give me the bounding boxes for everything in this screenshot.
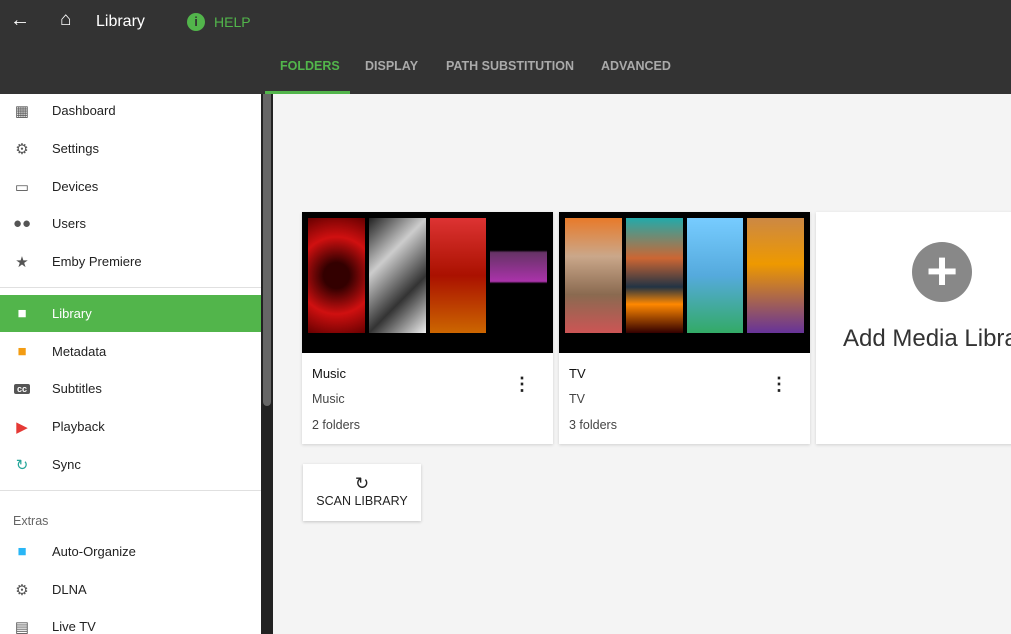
sidebar-item-subtitles[interactable]: cc Subtitles [0, 370, 261, 407]
back-icon[interactable]: ← [10, 9, 30, 32]
sidebar-item-library[interactable]: ■ Library [0, 295, 261, 332]
sidebar-item-label: Subtitles [52, 381, 102, 396]
library-folder-count: 2 folders [312, 418, 360, 432]
users-icon: ●● [12, 215, 32, 232]
sidebar-item-dashboard[interactable]: ▦ Dashboard [0, 94, 261, 129]
sidebar-item-label: Library [52, 306, 92, 321]
sidebar-item-label: Dashboard [52, 103, 116, 118]
sidebar-item-users[interactable]: ●● Users [0, 205, 261, 242]
cc-icon: cc [14, 383, 30, 394]
more-vert-icon[interactable]: ⋮ [770, 375, 788, 393]
scan-library-label: SCAN LIBRARY [316, 494, 408, 508]
sidebar-item-metadata[interactable]: ■ Metadata [0, 333, 261, 370]
tab-display[interactable]: DISPLAY [365, 59, 418, 73]
sidebar-item-label: DLNA [52, 582, 87, 597]
scan-library-button[interactable]: ↻ SCAN LIBRARY [303, 464, 421, 521]
dashboard-icon: ▦ [14, 102, 30, 120]
sidebar-item-label: Metadata [52, 344, 107, 359]
sidebar-item-dlna[interactable]: ⚙ DLNA [0, 571, 261, 608]
page-title: Library [96, 13, 145, 30]
library-title: Music [312, 366, 346, 381]
library-image[interactable] [559, 212, 810, 353]
folder-icon: ■ [17, 543, 27, 560]
active-tab-indicator [265, 91, 350, 94]
help-link[interactable]: HELP [214, 14, 251, 30]
sidebar-item-sync[interactable]: ↻ Sync [0, 446, 261, 483]
divider [0, 490, 261, 491]
info-icon[interactable]: i [187, 13, 205, 31]
scrollbar-thumb[interactable] [263, 94, 271, 406]
add-media-library-card[interactable]: + Add Media Library [816, 212, 1011, 444]
sidebar-item-label: Sync [52, 457, 81, 472]
sidebar-item-label: Users [52, 216, 86, 231]
refresh-icon: ↻ [354, 474, 370, 493]
sidebar-item-label: Devices [52, 179, 99, 194]
folder-icon: ■ [17, 305, 27, 322]
star-icon: ★ [15, 253, 29, 271]
library-title: TV [569, 366, 586, 381]
add-media-library-label: Add Media Library [843, 325, 1011, 352]
sidebar-item-devices[interactable]: ▭ Devices [0, 168, 261, 205]
file-icon: ■ [17, 343, 27, 360]
library-image[interactable] [302, 212, 553, 353]
tv-icon: ▤ [14, 618, 30, 634]
library-card-tv[interactable]: TV TV 3 folders ⋮ [559, 212, 810, 444]
divider [0, 287, 261, 288]
sidebar-item-auto-organize[interactable]: ■ Auto-Organize [0, 533, 261, 570]
sidebar-item-label: Playback [52, 419, 105, 434]
gear-icon: ⚙ [15, 140, 29, 158]
sidebar-item-playback[interactable]: ▶ Playback [0, 408, 261, 445]
sidebar-item-settings[interactable]: ⚙ Settings [0, 130, 261, 167]
library-type: TV [569, 392, 585, 406]
sidebar-item-label: Live TV [52, 619, 96, 634]
sync-icon: ↻ [15, 456, 29, 474]
tab-folders[interactable]: FOLDERS [280, 59, 340, 73]
sidebar: ▦ Dashboard ⚙ Settings ▭ Devices ●● Users ★ E… [0, 94, 261, 634]
library-type: Music [312, 392, 345, 406]
section-extras: Extras [13, 514, 49, 528]
tab-advanced[interactable]: ADVANCED [601, 59, 671, 73]
sidebar-item-label: Auto-Organize [52, 544, 136, 559]
devices-icon: ▭ [14, 178, 30, 196]
library-card-music[interactable]: Music Music 2 folders ⋮ [302, 212, 553, 444]
tab-path-substitution[interactable]: PATH SUBSTITUTION [446, 59, 574, 73]
app-header: ← ⌂ Library i HELP FOLDERS DISPLAY PATH … [0, 0, 1011, 94]
home-icon[interactable]: ⌂ [60, 9, 71, 31]
sidebar-item-label: Emby Premiere [52, 254, 142, 269]
sidebar-item-live-tv[interactable]: ▤ Live TV [0, 608, 261, 634]
gear-icon: ⚙ [15, 581, 29, 599]
more-vert-icon[interactable]: ⋮ [513, 375, 531, 393]
add-icon: + [912, 242, 972, 302]
sidebar-item-emby-premiere[interactable]: ★ Emby Premiere [0, 243, 261, 280]
sidebar-item-label: Settings [52, 141, 99, 156]
play-icon: ▶ [16, 418, 28, 436]
library-folder-count: 3 folders [569, 418, 617, 432]
sidebar-scrollbar[interactable] [261, 94, 273, 634]
